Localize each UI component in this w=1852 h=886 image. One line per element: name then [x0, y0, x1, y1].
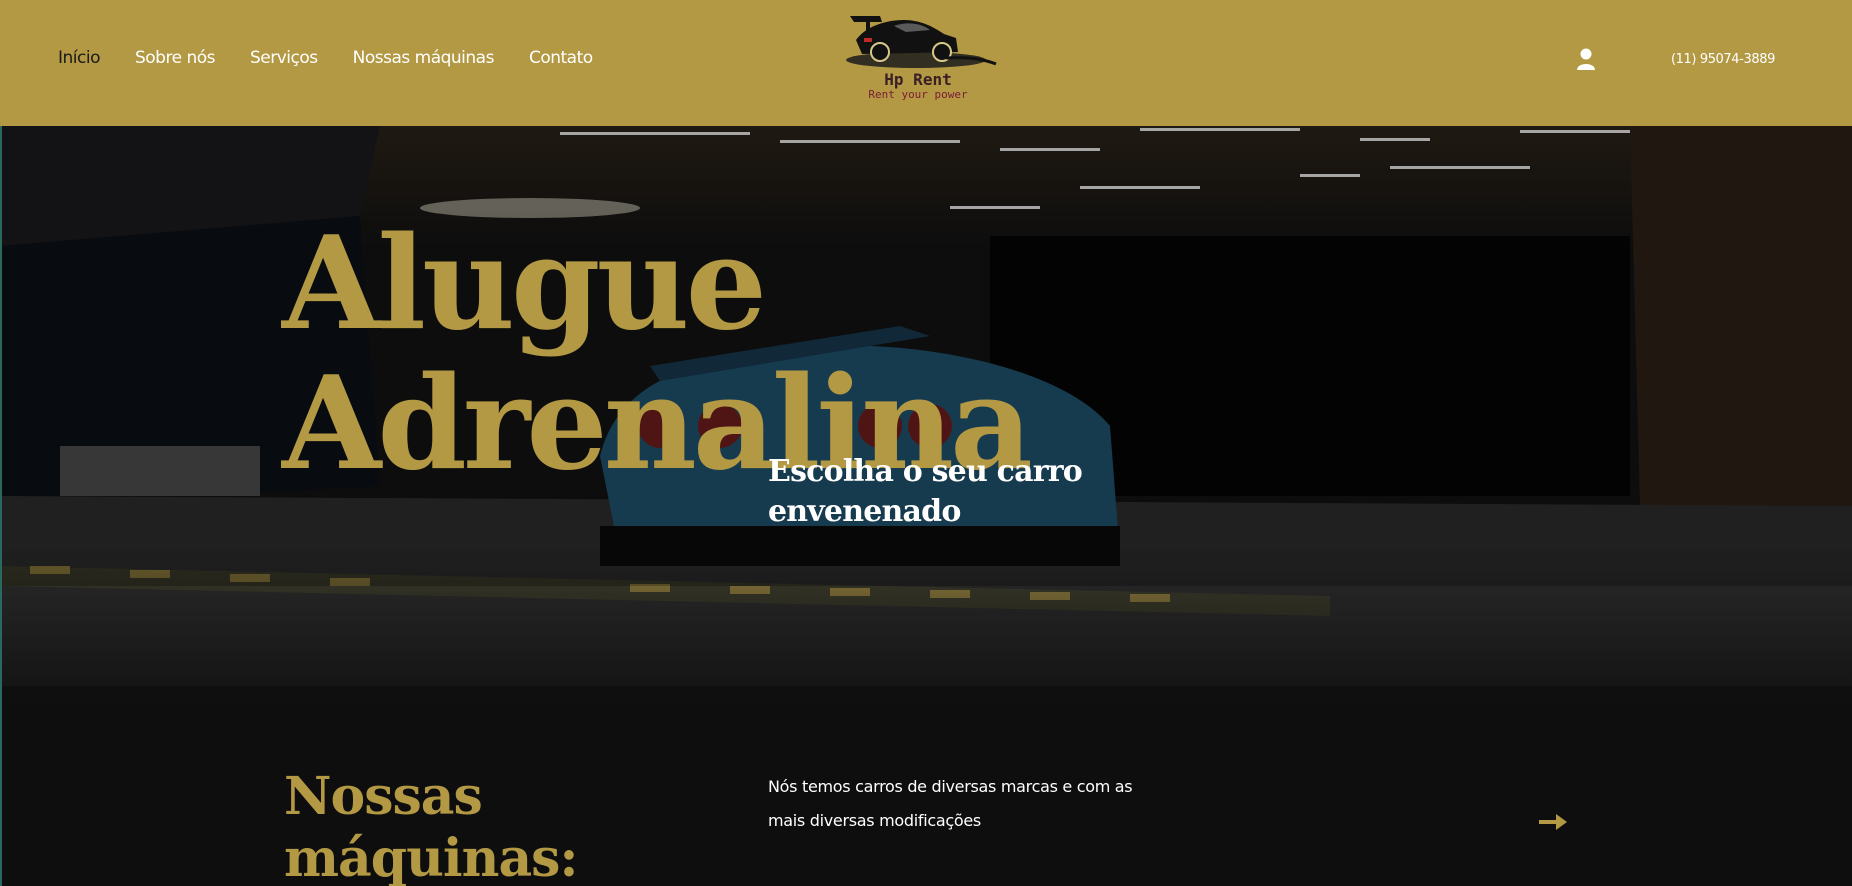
nav-link-sobre-nos[interactable]: Sobre nós — [135, 48, 216, 68]
logo-tagline: Rent your power — [868, 88, 968, 101]
nav-link-contato[interactable]: Contato — [529, 48, 593, 68]
main-nav: Início Sobre nós Serviços Nossas máquina… — [58, 48, 628, 68]
top-navbar: Início Sobre nós Serviços Nossas máquina… — [0, 0, 1852, 126]
user-icon[interactable] — [1576, 48, 1596, 70]
section-title: Nossas máquinas: — [284, 766, 579, 886]
hero-subtitle: Escolha o seu carro envenenado — [768, 454, 1083, 529]
logo-name: Hp Rent — [884, 70, 952, 89]
section-title-line1: Nossas — [284, 766, 483, 827]
nav-link-servicos[interactable]: Serviços — [250, 48, 318, 68]
section-title-line2: máquinas: — [284, 828, 579, 886]
left-accent-edge — [0, 126, 2, 886]
arrow-right-icon[interactable] — [1538, 812, 1568, 832]
hero-title-line1: Alugue — [282, 209, 767, 359]
phone-number[interactable]: (11) 95074-3889 — [1671, 52, 1775, 67]
nav-link-nossas-maquinas[interactable]: Nossas máquinas — [353, 48, 495, 68]
section-description: Nós temos carros de diversas marcas e co… — [768, 777, 1133, 830]
nav-link-inicio[interactable]: Início — [58, 48, 100, 68]
